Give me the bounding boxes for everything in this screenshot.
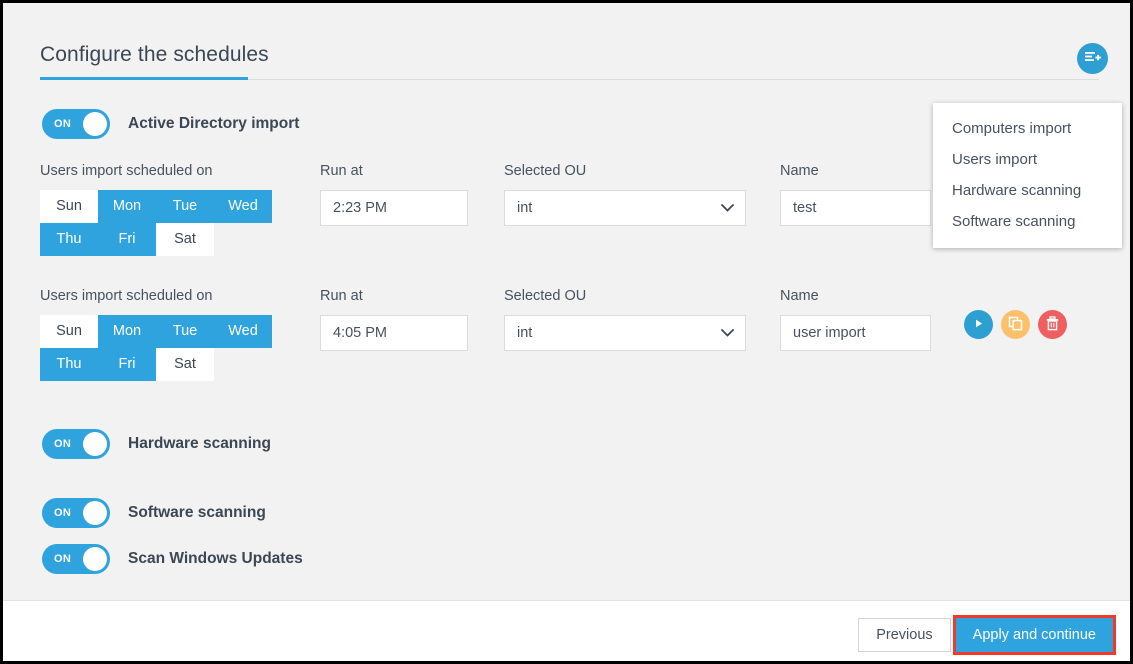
- run-at-label: Run at: [320, 163, 363, 179]
- day-button-mon[interactable]: Mon: [98, 315, 156, 348]
- software-scanning-label: Software scanning: [128, 504, 266, 521]
- run-at-input[interactable]: [320, 190, 468, 226]
- toggle-state-label: ON: [54, 553, 72, 565]
- software-scanning-toggle[interactable]: ON: [42, 498, 110, 528]
- scan-windows-updates-label: Scan Windows Updates: [128, 550, 303, 567]
- day-button-sun[interactable]: Sun: [40, 190, 98, 223]
- selected-ou-value: int: [517, 325, 533, 341]
- footer-bar: Previous Apply and continue: [3, 600, 1130, 661]
- name-input[interactable]: [780, 190, 931, 226]
- toggle-state-label: ON: [54, 438, 72, 450]
- selected-ou-select[interactable]: int: [504, 190, 746, 226]
- run-schedule-button[interactable]: [964, 310, 993, 339]
- schedules-configuration-window: Configure the schedules ON Active Direct…: [0, 0, 1133, 664]
- name-label: Name: [780, 163, 819, 179]
- active-directory-toggle-row: ON Active Directory import: [42, 109, 299, 139]
- day-selector: Sun Mon Tue Wed Thu Fri Sat: [40, 315, 286, 381]
- day-button-tue[interactable]: Tue: [156, 315, 214, 348]
- apply-and-continue-button[interactable]: Apply and continue: [955, 618, 1113, 652]
- toggle-knob: [83, 501, 107, 525]
- days-label: Users import scheduled on: [40, 288, 213, 304]
- play-icon: [972, 317, 985, 333]
- scan-windows-updates-toggle[interactable]: ON: [42, 544, 110, 574]
- main-content: Configure the schedules ON Active Direct…: [3, 3, 1130, 600]
- days-label: Users import scheduled on: [40, 163, 213, 179]
- delete-schedule-button[interactable]: [1038, 310, 1067, 339]
- chevron-down-icon: [721, 204, 734, 212]
- toggle-knob: [83, 547, 107, 571]
- toggle-state-label: ON: [54, 507, 72, 519]
- day-button-wed[interactable]: Wed: [214, 190, 272, 223]
- menu-item-computers-import[interactable]: Computers import: [933, 113, 1122, 144]
- day-button-sat[interactable]: Sat: [156, 223, 214, 256]
- day-button-fri[interactable]: Fri: [98, 223, 156, 256]
- menu-item-users-import[interactable]: Users import: [933, 144, 1122, 175]
- selected-ou-label: Selected OU: [504, 163, 587, 179]
- scan-windows-updates-toggle-row: ON Scan Windows Updates: [42, 544, 303, 574]
- day-button-sun[interactable]: Sun: [40, 315, 98, 348]
- selected-ou-select[interactable]: int: [504, 315, 746, 351]
- day-button-thu[interactable]: Thu: [40, 223, 98, 256]
- name-label: Name: [780, 288, 819, 304]
- apply-button-highlight: Apply and continue: [952, 615, 1116, 655]
- day-button-wed[interactable]: Wed: [214, 315, 272, 348]
- menu-item-hardware-scanning[interactable]: Hardware scanning: [933, 175, 1122, 206]
- previous-button[interactable]: Previous: [858, 618, 951, 652]
- day-selector: Sun Mon Tue Wed Thu Fri Sat: [40, 190, 286, 256]
- add-schedule-button[interactable]: [1077, 43, 1108, 74]
- add-schedule-dropdown-menu: Computers import Users import Hardware s…: [933, 103, 1122, 248]
- toggle-knob: [83, 432, 107, 456]
- active-directory-toggle-label: Active Directory import: [128, 115, 300, 132]
- footer-buttons: Previous Apply and continue: [858, 615, 1116, 655]
- title-active-underline: [40, 77, 248, 80]
- hardware-scanning-toggle[interactable]: ON: [42, 429, 110, 459]
- selected-ou-label: Selected OU: [504, 288, 587, 304]
- day-button-sat[interactable]: Sat: [156, 348, 214, 381]
- toggle-knob: [83, 112, 107, 136]
- hardware-scanning-toggle-row: ON Hardware scanning: [42, 429, 271, 459]
- hardware-scanning-label: Hardware scanning: [128, 435, 271, 452]
- trash-icon: [1045, 315, 1060, 334]
- run-at-input[interactable]: [320, 315, 468, 351]
- run-at-label: Run at: [320, 288, 363, 304]
- schedule-row-actions: [964, 310, 1067, 339]
- menu-item-software-scanning[interactable]: Software scanning: [933, 206, 1122, 237]
- active-directory-toggle[interactable]: ON: [42, 109, 110, 139]
- day-button-tue[interactable]: Tue: [156, 190, 214, 223]
- copy-icon: [1008, 316, 1023, 334]
- day-button-mon[interactable]: Mon: [98, 190, 156, 223]
- day-button-fri[interactable]: Fri: [98, 348, 156, 381]
- toggle-state-label: ON: [54, 118, 72, 130]
- page-title: Configure the schedules: [40, 43, 269, 66]
- software-scanning-toggle-row: ON Software scanning: [42, 498, 266, 528]
- chevron-down-icon: [721, 329, 734, 337]
- selected-ou-value: int: [517, 200, 533, 216]
- duplicate-schedule-button[interactable]: [1001, 310, 1030, 339]
- name-input[interactable]: [780, 315, 931, 351]
- day-button-thu[interactable]: Thu: [40, 348, 98, 381]
- add-schedule-icon: [1084, 49, 1101, 69]
